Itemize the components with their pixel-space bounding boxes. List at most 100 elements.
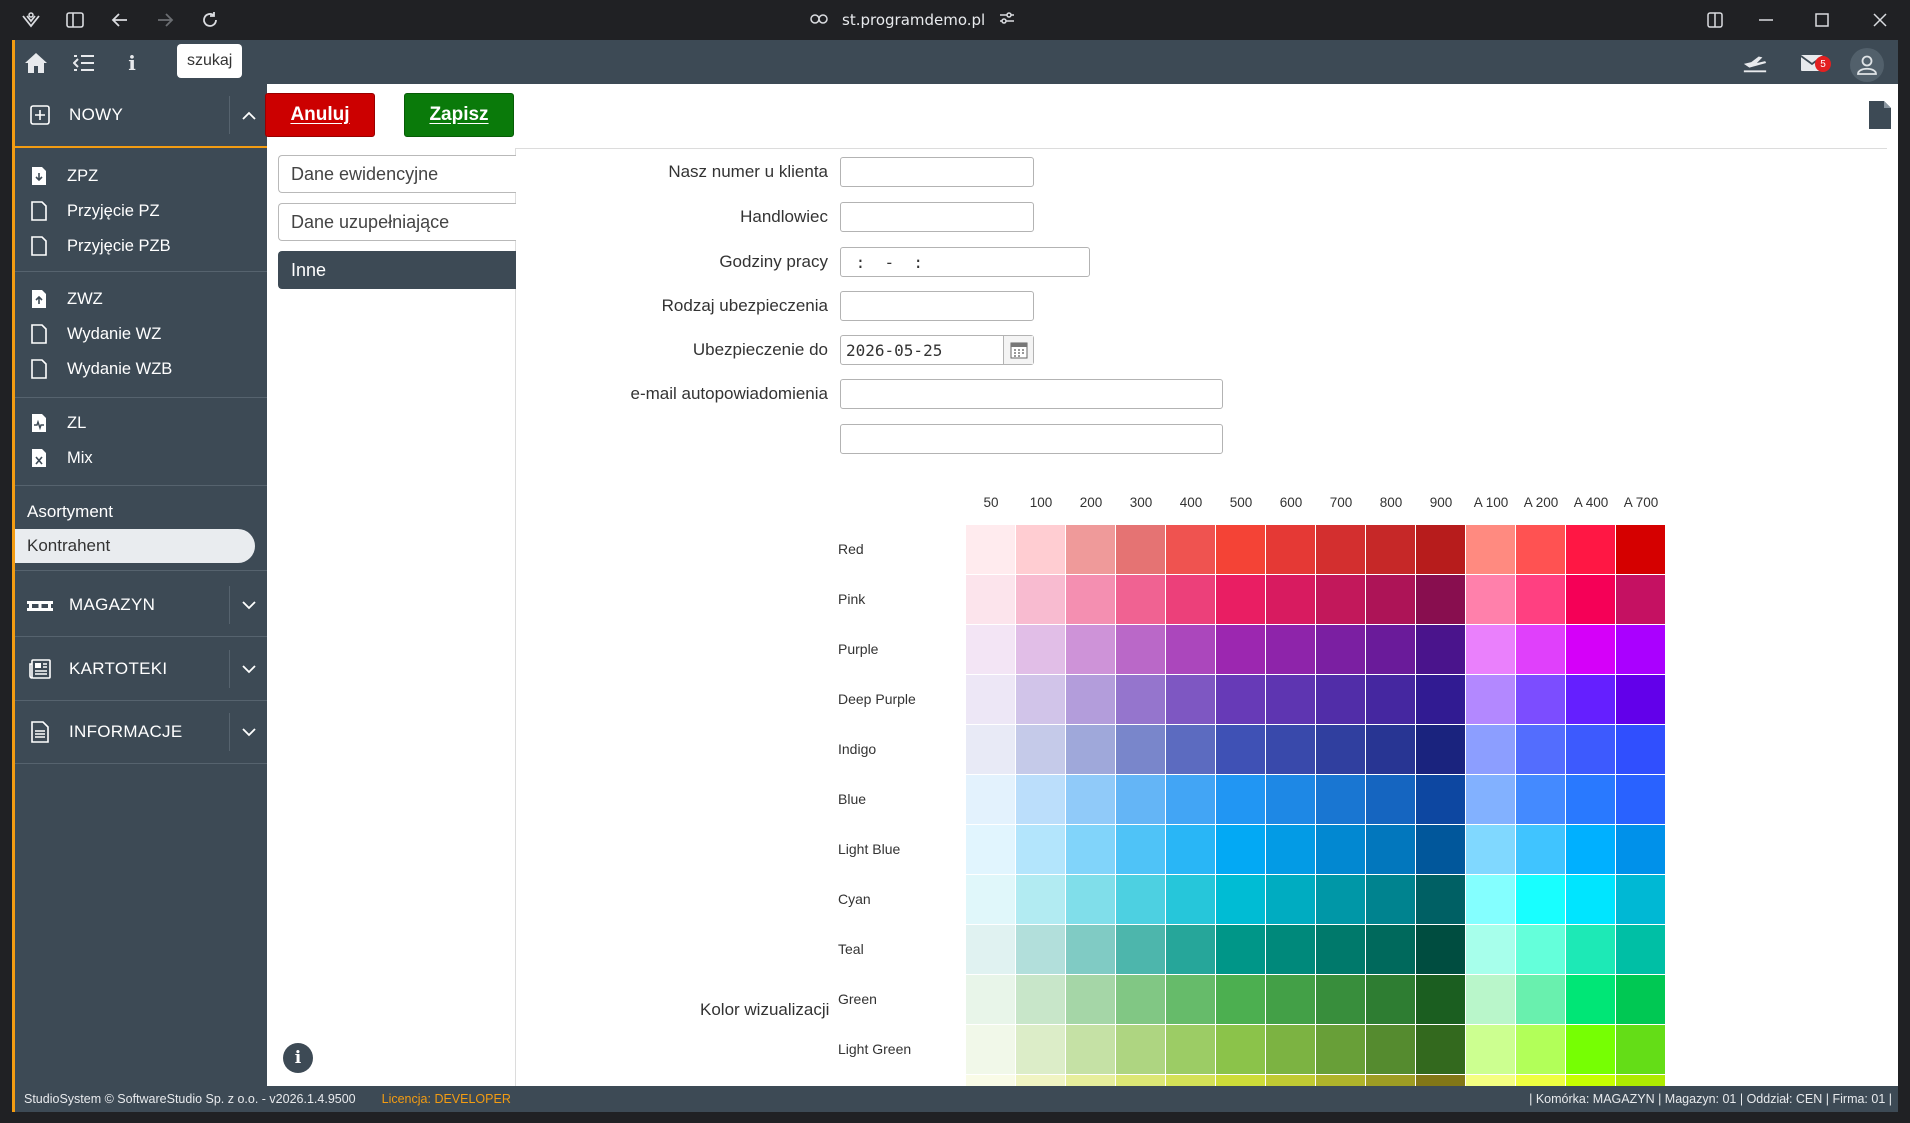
delivery-icon[interactable] — [1742, 50, 1768, 76]
color-swatch[interactable] — [1566, 875, 1615, 924]
color-swatch[interactable] — [1516, 875, 1565, 924]
color-swatch[interactable] — [1166, 975, 1215, 1024]
color-swatch[interactable] — [1416, 775, 1465, 824]
color-swatch[interactable] — [1166, 775, 1215, 824]
color-swatch[interactable] — [1116, 1025, 1165, 1074]
color-swatch[interactable] — [1216, 975, 1265, 1024]
address-bar[interactable]: st.programdemo.pl — [810, 6, 1030, 34]
color-swatch[interactable] — [1366, 1075, 1415, 1086]
document-icon[interactable] — [1868, 100, 1892, 130]
color-swatch[interactable] — [1016, 875, 1065, 924]
color-swatch[interactable] — [1016, 625, 1065, 674]
color-swatch[interactable] — [1366, 925, 1415, 974]
color-swatch[interactable] — [1266, 825, 1315, 874]
color-swatch[interactable] — [1266, 1025, 1315, 1074]
color-swatch[interactable] — [1066, 1075, 1115, 1086]
color-swatch[interactable] — [1516, 625, 1565, 674]
color-swatch[interactable] — [1166, 1025, 1215, 1074]
chevron-down-icon[interactable] — [229, 586, 267, 624]
color-swatch[interactable] — [1516, 725, 1565, 774]
insurance-type-field[interactable] — [840, 291, 1034, 321]
color-swatch[interactable] — [1316, 925, 1365, 974]
color-swatch[interactable] — [1116, 1075, 1165, 1086]
color-swatch[interactable] — [1616, 625, 1665, 674]
color-swatch[interactable] — [1566, 775, 1615, 824]
color-swatch[interactable] — [1316, 525, 1365, 574]
color-swatch[interactable] — [966, 1025, 1015, 1074]
color-swatch[interactable] — [1066, 725, 1115, 774]
color-swatch[interactable] — [1266, 1075, 1315, 1086]
section-informacje[interactable]: INFORMACJE — [15, 701, 267, 763]
color-swatch[interactable] — [1566, 525, 1615, 574]
color-swatch[interactable] — [1316, 1075, 1365, 1086]
maximize-icon[interactable] — [1810, 8, 1834, 32]
color-swatch[interactable] — [1116, 675, 1165, 724]
notify-email-field[interactable] — [840, 379, 1223, 409]
color-swatch[interactable] — [1616, 725, 1665, 774]
info-icon[interactable]: i — [119, 50, 145, 76]
color-swatch[interactable] — [1516, 1075, 1565, 1086]
sidebar-item-mix[interactable]: Mix — [15, 441, 267, 475]
color-swatch[interactable] — [1266, 775, 1315, 824]
color-swatch[interactable] — [1516, 575, 1565, 624]
color-swatch[interactable] — [1216, 775, 1265, 824]
color-swatch[interactable] — [1066, 625, 1115, 674]
color-swatch[interactable] — [1366, 825, 1415, 874]
forward-icon[interactable] — [153, 8, 177, 32]
color-swatch[interactable] — [1316, 625, 1365, 674]
split-view-icon[interactable] — [1703, 8, 1727, 32]
color-swatch[interactable] — [1466, 825, 1515, 874]
color-swatch[interactable] — [1266, 875, 1315, 924]
color-swatch[interactable] — [1416, 625, 1465, 674]
color-swatch[interactable] — [1016, 1075, 1065, 1086]
color-swatch[interactable] — [1566, 575, 1615, 624]
color-swatch[interactable] — [1166, 825, 1215, 874]
color-swatch[interactable] — [1616, 825, 1665, 874]
color-swatch[interactable] — [1416, 675, 1465, 724]
color-swatch[interactable] — [1266, 675, 1315, 724]
color-swatch[interactable] — [1066, 925, 1115, 974]
section-kartoteki[interactable]: KARTOTEKI — [15, 638, 267, 700]
reload-icon[interactable] — [198, 8, 222, 32]
color-swatch[interactable] — [1316, 575, 1365, 624]
color-swatch[interactable] — [1466, 525, 1515, 574]
color-swatch[interactable] — [1016, 575, 1065, 624]
color-swatch[interactable] — [1116, 875, 1165, 924]
color-swatch[interactable] — [1166, 875, 1215, 924]
color-swatch[interactable] — [966, 675, 1015, 724]
color-swatch[interactable] — [966, 875, 1015, 924]
color-swatch[interactable] — [1016, 1025, 1065, 1074]
color-swatch[interactable] — [1216, 875, 1265, 924]
color-swatch[interactable] — [1316, 1025, 1365, 1074]
cancel-button[interactable]: Anuluj — [265, 93, 375, 137]
section-magazyn[interactable]: MAGAZYN — [15, 574, 267, 636]
color-swatch[interactable] — [1216, 1025, 1265, 1074]
color-swatch[interactable] — [1616, 675, 1665, 724]
color-swatch[interactable] — [1566, 975, 1615, 1024]
color-swatch[interactable] — [1566, 1025, 1615, 1074]
color-swatch[interactable] — [1366, 675, 1415, 724]
color-swatch[interactable] — [1116, 525, 1165, 574]
color-swatch[interactable] — [1566, 1075, 1615, 1086]
color-swatch[interactable] — [1566, 675, 1615, 724]
tab-inne[interactable]: Inne — [278, 251, 516, 289]
color-swatch[interactable] — [1366, 1025, 1415, 1074]
color-swatch[interactable] — [1616, 975, 1665, 1024]
color-swatch[interactable] — [1066, 775, 1115, 824]
color-swatch[interactable] — [1516, 775, 1565, 824]
sidebar-toggle-icon[interactable] — [63, 8, 87, 32]
color-swatch[interactable] — [966, 825, 1015, 874]
color-swatch[interactable] — [966, 575, 1015, 624]
color-swatch[interactable] — [1316, 975, 1365, 1024]
color-swatch[interactable] — [1266, 525, 1315, 574]
sidebar-item-przyjecie-pz[interactable]: Przyjęcie PZ — [15, 194, 267, 228]
color-swatch[interactable] — [1616, 1075, 1665, 1086]
user-avatar-icon[interactable] — [1850, 48, 1884, 82]
color-swatch[interactable] — [1316, 675, 1365, 724]
client-number-field[interactable] — [840, 157, 1034, 187]
color-swatch[interactable] — [1366, 525, 1415, 574]
color-swatch[interactable] — [1316, 875, 1365, 924]
color-swatch[interactable] — [1516, 925, 1565, 974]
color-swatch[interactable] — [1466, 725, 1515, 774]
color-swatch[interactable] — [1116, 575, 1165, 624]
